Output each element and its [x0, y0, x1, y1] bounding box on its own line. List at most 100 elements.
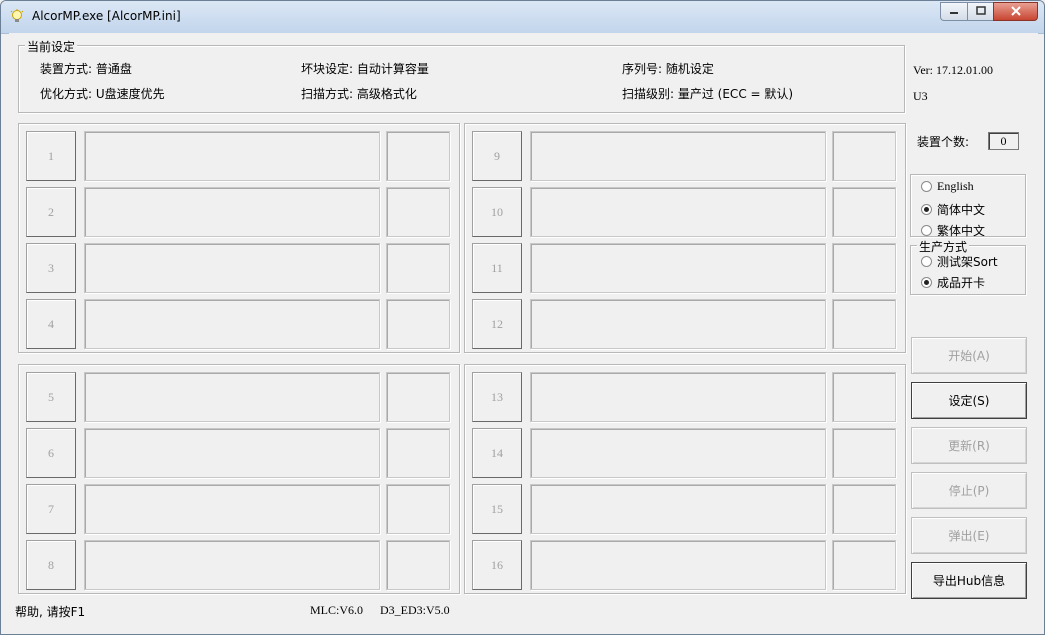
slot-number-16: 16: [472, 540, 522, 590]
maximize-icon: [975, 5, 986, 19]
language-label-english: English: [937, 179, 974, 193]
export-hub-button[interactable]: 导出Hub信息: [911, 562, 1027, 599]
slot-progress-11: [530, 243, 826, 293]
slot-status-15: [832, 484, 896, 534]
scan-mode: 扫描方式: 高级格式化: [301, 87, 417, 101]
slot-panel-4: 13 14 15 16: [464, 364, 906, 594]
language-radio-english[interactable]: [921, 181, 932, 192]
language-label-traditional: 繁体中文: [937, 224, 986, 238]
slot-progress-1: [84, 131, 380, 181]
current-settings-group: 当前设定 装置方式: 普通盘 坏块设定: 自动计算容量 序列号: 随机设定 优化…: [18, 38, 905, 113]
slot-number-15: 15: [472, 484, 522, 534]
slot-progress-16: [530, 540, 826, 590]
slot-number-8: 8: [26, 540, 76, 590]
start-button[interactable]: 开始(A): [911, 337, 1027, 374]
slot-status-3: [386, 243, 450, 293]
slot-panel-2: 5 6 7 8: [18, 364, 460, 594]
stop-button[interactable]: 停止(P): [911, 472, 1027, 509]
slot-status-8: [386, 540, 450, 590]
model-label: U3: [913, 89, 928, 103]
bad-block-setting: 坏块设定: 自动计算容量: [301, 62, 429, 76]
slot-progress-14: [530, 428, 826, 478]
slot-progress-3: [84, 243, 380, 293]
language-group: English 简体中文 繁体中文: [910, 174, 1026, 239]
slot-progress-4: [84, 299, 380, 349]
optimize-mode: 优化方式: U盘速度优先: [40, 87, 165, 101]
maximize-button[interactable]: [967, 2, 993, 21]
slot-progress-6: [84, 428, 380, 478]
production-mode-group: 生产方式 测试架Sort 成品开卡: [910, 238, 1026, 295]
slot-number-12: 12: [472, 299, 522, 349]
slot-number-9: 9: [472, 131, 522, 181]
slot-status-11: [832, 243, 896, 293]
slot-status-10: [832, 187, 896, 237]
language-label-simplified: 简体中文: [937, 203, 986, 217]
current-settings-legend: 当前设定: [25, 38, 78, 55]
language-radio-simplified[interactable]: [921, 204, 932, 215]
slot-progress-9: [530, 131, 826, 181]
slot-status-7: [386, 484, 450, 534]
close-button[interactable]: [993, 2, 1038, 21]
slot-progress-13: [530, 372, 826, 422]
window-controls: [940, 2, 1038, 22]
slot-progress-5: [84, 372, 380, 422]
slot-status-16: [832, 540, 896, 590]
slot-status-9: [832, 131, 896, 181]
window-title: AlcorMP.exe [AlcorMP.ini]: [32, 9, 181, 23]
slot-number-5: 5: [26, 372, 76, 422]
eject-button[interactable]: 弹出(E): [911, 517, 1027, 554]
scan-level: 扫描级别: 量产过 (ECC = 默认): [622, 87, 794, 101]
serial-setting: 序列号: 随机设定: [622, 62, 714, 76]
minimize-button[interactable]: [940, 2, 967, 21]
help-status: 帮助, 请按F1: [15, 605, 86, 619]
title-bar[interactable]: AlcorMP.exe [AlcorMP.ini]: [1, 1, 1044, 34]
slot-status-1: [386, 131, 450, 181]
main-window: AlcorMP.exe [AlcorMP.ini] 当前设定 装置方式: 普通盘…: [0, 0, 1045, 635]
production-radio-card[interactable]: [921, 277, 932, 288]
slot-panel-3: 9 10 11 12: [464, 123, 906, 353]
slot-number-13: 13: [472, 372, 522, 422]
slot-number-14: 14: [472, 428, 522, 478]
device-count-label: 装置个数:: [917, 135, 970, 149]
production-label-card: 成品开卡: [937, 276, 986, 290]
production-label-sort: 测试架Sort: [937, 255, 998, 269]
slot-progress-7: [84, 484, 380, 534]
slot-status-6: [386, 428, 450, 478]
slot-progress-8: [84, 540, 380, 590]
slot-panel-1: 1 2 3 4: [18, 123, 460, 353]
language-radio-traditional[interactable]: [921, 225, 932, 236]
slot-status-4: [386, 299, 450, 349]
slot-status-13: [832, 372, 896, 422]
lightbulb-icon: [9, 9, 25, 25]
device-count-value: 0: [988, 132, 1019, 150]
slot-progress-10: [530, 187, 826, 237]
client-area: 当前设定 装置方式: 普通盘 坏块设定: 自动计算容量 序列号: 随机设定 优化…: [9, 33, 1038, 628]
minimize-icon: [949, 5, 959, 19]
slot-number-1: 1: [26, 131, 76, 181]
version-label: Ver: 17.12.01.00: [913, 63, 993, 77]
install-mode: 装置方式: 普通盘: [40, 62, 132, 76]
slot-progress-15: [530, 484, 826, 534]
mlc-version: MLC:V6.0: [310, 603, 364, 617]
production-radio-sort[interactable]: [921, 256, 932, 267]
slot-number-10: 10: [472, 187, 522, 237]
slot-progress-2: [84, 187, 380, 237]
language-option-traditional[interactable]: 繁体中文: [921, 222, 985, 239]
close-icon: [1010, 5, 1022, 19]
settings-button[interactable]: 设定(S): [911, 382, 1027, 419]
slot-status-12: [832, 299, 896, 349]
production-option-card[interactable]: 成品开卡: [921, 274, 985, 291]
refresh-button[interactable]: 更新(R): [911, 427, 1027, 464]
slot-number-6: 6: [26, 428, 76, 478]
d3-version: D3_ED3:V5.0: [380, 603, 450, 617]
slot-number-3: 3: [26, 243, 76, 293]
slot-number-2: 2: [26, 187, 76, 237]
slot-status-14: [832, 428, 896, 478]
slot-number-7: 7: [26, 484, 76, 534]
slot-progress-12: [530, 299, 826, 349]
slot-status-2: [386, 187, 450, 237]
language-option-english[interactable]: English: [921, 179, 974, 194]
slot-status-5: [386, 372, 450, 422]
language-option-simplified[interactable]: 简体中文: [921, 201, 985, 218]
production-option-sort[interactable]: 测试架Sort: [921, 253, 998, 270]
